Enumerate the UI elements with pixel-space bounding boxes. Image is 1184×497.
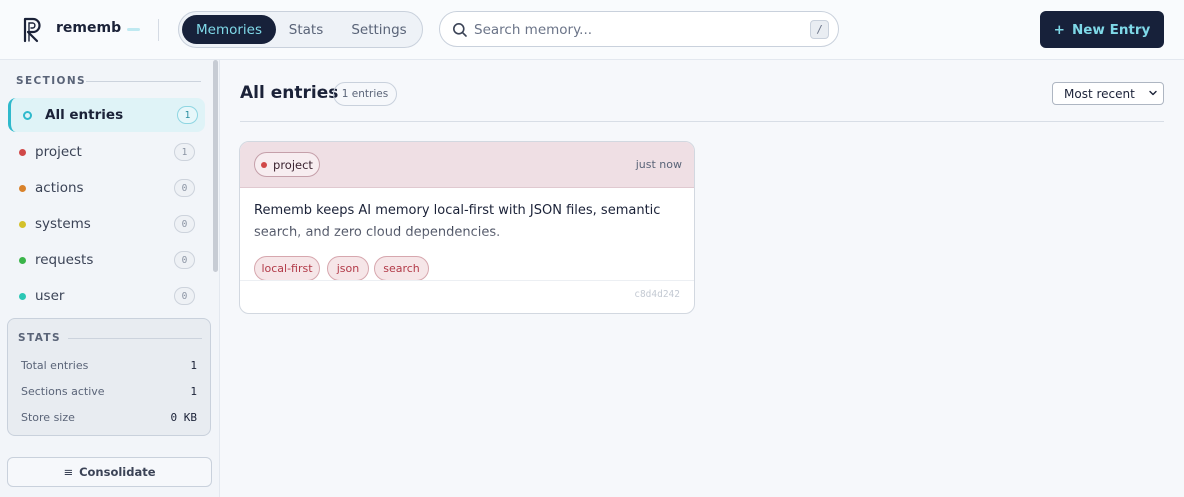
top-bar: rememb Memories Stats Settings / + New E… (0, 0, 1184, 60)
tab-settings[interactable]: Settings (339, 15, 419, 44)
entry-count-badge: 1 entries (333, 82, 397, 106)
sidebar-item-project[interactable]: project 1 (8, 135, 205, 169)
consolidate-button[interactable]: ≡ Consolidate (7, 457, 212, 487)
search-shortcut-key: / (810, 20, 829, 39)
sidebar-item-label: user (35, 288, 65, 304)
card-timestamp: just now (635, 158, 682, 171)
section-tag[interactable]: project (254, 152, 320, 177)
section-dot-icon (19, 149, 26, 156)
stat-value: 0 KB (170, 411, 198, 424)
menu-icon: ≡ (63, 465, 74, 479)
section-dot-icon (19, 293, 26, 300)
sidebar-item-user[interactable]: user 0 (8, 279, 205, 313)
sidebar-scrollbar[interactable] (213, 60, 218, 272)
sidebar-item-label: systems (35, 216, 91, 232)
card-header: project just now (240, 142, 694, 188)
tab-stats[interactable]: Stats (277, 15, 335, 44)
main-divider (240, 121, 1164, 122)
stats-heading: STATS (18, 332, 61, 344)
main-nav: Memories Stats Settings (178, 11, 423, 48)
stat-value: 1 (190, 385, 197, 398)
entry-id: c8d4d242 (634, 289, 680, 300)
section-dot-icon (19, 257, 26, 264)
sections-heading: SECTIONS (16, 75, 86, 87)
sidebar-item-count: 0 (174, 179, 195, 197)
sort-select[interactable]: Most recent (1052, 82, 1164, 105)
plus-icon: + (1053, 21, 1065, 38)
tag-chip[interactable]: json (327, 256, 369, 281)
memory-card[interactable]: project just now Rememb keeps AI memory … (239, 141, 695, 314)
stat-value: 1 (190, 359, 197, 372)
brand-name: rememb (56, 20, 122, 36)
sidebar-item-actions[interactable]: actions 0 (8, 171, 205, 205)
consolidate-label: Consolidate (79, 465, 156, 479)
divider (158, 19, 159, 41)
tab-memories[interactable]: Memories (182, 15, 276, 44)
rememb-logo-icon[interactable] (22, 17, 46, 43)
page-title: All entries (240, 83, 339, 103)
section-dot-icon (19, 221, 26, 228)
sidebar-item-count: 1 (174, 143, 195, 161)
sidebar-item-all-entries[interactable]: All entries 1 (8, 98, 205, 132)
search-bar: / (439, 11, 839, 47)
sidebar: SECTIONS All entries 1 project 1 actions… (0, 60, 220, 497)
sidebar-item-requests[interactable]: requests 0 (8, 243, 205, 277)
sidebar-item-label: requests (35, 252, 94, 268)
new-entry-label: New Entry (1071, 21, 1151, 38)
section-dot-icon (261, 161, 268, 168)
section-tag-label: project (273, 157, 313, 172)
search-icon (453, 23, 467, 37)
sidebar-item-systems[interactable]: systems 0 (8, 207, 205, 241)
card-body-text: Rememb keeps AI memory local-first with … (254, 203, 661, 240)
stats-divider (68, 338, 202, 339)
sections-divider (86, 81, 201, 82)
stat-label: Total entries (21, 359, 89, 372)
new-entry-button[interactable]: + New Entry (1040, 11, 1164, 48)
sidebar-item-count: 1 (177, 106, 198, 124)
search-input[interactable] (474, 20, 804, 40)
section-dot-icon (23, 111, 32, 120)
tag-chip[interactable]: search (374, 256, 429, 281)
tag-chip[interactable]: local-first (254, 256, 320, 281)
sidebar-item-label: All entries (45, 107, 124, 123)
sidebar-item-count: 0 (174, 287, 195, 305)
sidebar-item-label: project (35, 144, 82, 160)
section-dot-icon (19, 185, 26, 192)
brand-accent (127, 28, 140, 31)
sidebar-item-count: 0 (174, 215, 195, 233)
card-footer-divider (240, 280, 694, 281)
stat-label: Store size (21, 411, 75, 424)
stat-label: Sections active (21, 385, 105, 398)
sidebar-item-count: 0 (174, 251, 195, 269)
sidebar-item-label: actions (35, 180, 84, 196)
stats-panel: STATS Total entries 1 Sections active 1 … (7, 318, 211, 436)
